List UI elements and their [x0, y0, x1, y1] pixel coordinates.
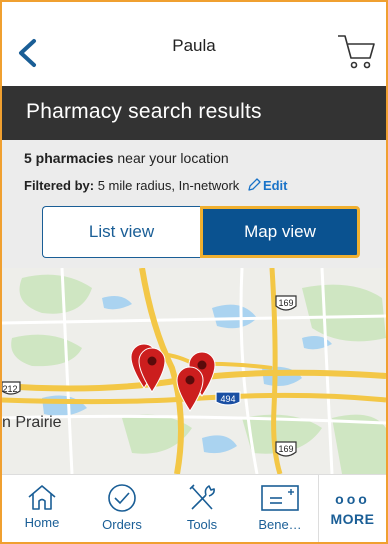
- results-banner: Pharmacy search results: [2, 86, 386, 140]
- map-view-button[interactable]: Map view: [200, 206, 360, 258]
- filter-summary: Filtered by: 5 mile radius, In-network E…: [24, 178, 288, 193]
- filter-value: 5 mile radius, In-network: [94, 178, 240, 193]
- pharmacy-pin-icon[interactable]: [174, 364, 206, 414]
- results-count-rest: near your location: [113, 150, 229, 166]
- top-bar: Paula: [2, 2, 386, 86]
- check-circle-icon: [108, 484, 136, 512]
- user-name: Paula: [172, 36, 216, 55]
- tab-tools-label: Tools: [186, 517, 218, 532]
- tab-benefits[interactable]: Bene…: [246, 475, 314, 542]
- interstate-shield-icon: 494: [215, 391, 241, 406]
- edit-label: Edit: [262, 178, 288, 193]
- tab-more-label: MORE: [330, 511, 375, 527]
- highway-shield-icon: 212: [2, 381, 21, 395]
- bottom-tab-bar: Home Orders Tools Bene… ooo MORE: [2, 474, 386, 542]
- tools-icon: [189, 484, 215, 510]
- road-label-169-south: 169: [278, 444, 293, 454]
- pencil-icon: [248, 178, 261, 191]
- edit-filter-link[interactable]: Edit: [247, 178, 288, 193]
- tab-benefits-label: Bene…: [258, 517, 302, 532]
- tab-tools[interactable]: Tools: [172, 475, 232, 542]
- road-label-494: 494: [220, 394, 235, 404]
- home-icon: [28, 485, 56, 510]
- tab-more[interactable]: ooo MORE: [318, 475, 386, 542]
- cart-icon[interactable]: [336, 32, 376, 70]
- tab-orders[interactable]: Orders: [92, 475, 152, 542]
- results-count-bold: 5 pharmacies: [24, 150, 114, 166]
- place-label: n Prairie: [2, 414, 62, 431]
- view-toggle: List view Map view: [42, 206, 360, 258]
- highway-shield-icon: 169: [275, 295, 297, 311]
- more-dots-icon: ooo: [335, 491, 370, 507]
- tab-home[interactable]: Home: [12, 475, 72, 542]
- results-summary: 5 pharmacies near your location Filtered…: [2, 140, 386, 268]
- filter-label: Filtered by:: [24, 178, 95, 193]
- pharmacy-map[interactable]: 169 212 494 169 n Prairie: [2, 268, 386, 474]
- road-label-169-north: 169: [278, 298, 293, 308]
- tab-home-label: Home: [24, 515, 60, 530]
- highway-shield-icon: 169: [275, 441, 297, 457]
- pharmacy-pin-icon[interactable]: [136, 346, 168, 394]
- benefits-card-icon: [261, 485, 299, 511]
- page-title: Pharmacy search results: [26, 100, 262, 123]
- results-count: 5 pharmacies near your location: [24, 150, 229, 166]
- app-frame: Paula Pharmacy search results 5 pharmaci…: [0, 0, 388, 544]
- tab-orders-label: Orders: [102, 517, 142, 532]
- list-view-button[interactable]: List view: [42, 206, 200, 258]
- road-label-212: 212: [2, 384, 17, 394]
